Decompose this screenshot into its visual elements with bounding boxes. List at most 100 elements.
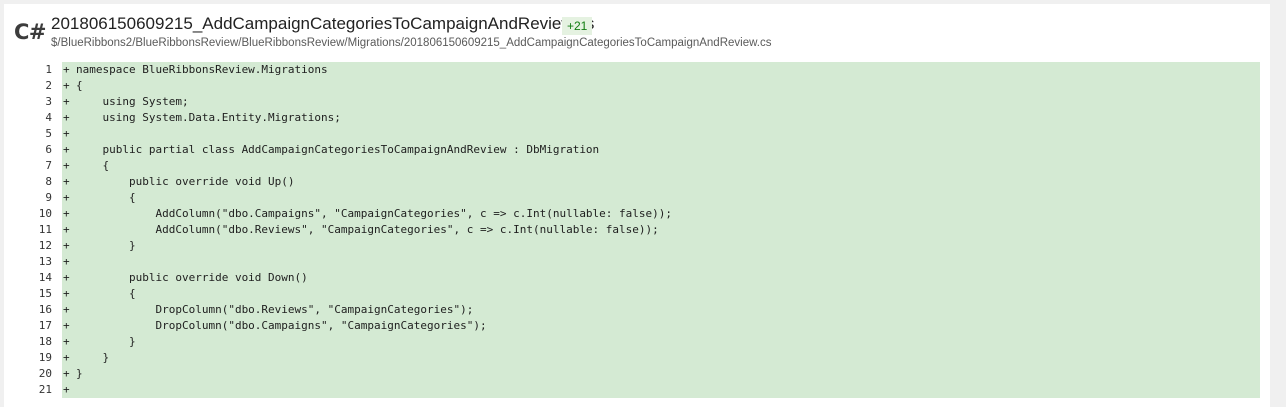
added-line-marker: + — [63, 63, 70, 76]
line-number: 17 — [4, 318, 52, 334]
line-number: 3 — [4, 94, 52, 110]
added-line-marker: + — [63, 287, 70, 300]
code-text: AddColumn("dbo.Reviews", "CampaignCatego… — [76, 223, 659, 236]
code-text: } — [76, 367, 83, 380]
added-line-content: + } — [62, 350, 1260, 366]
code-text: DropColumn("dbo.Campaigns", "CampaignCat… — [76, 319, 487, 332]
added-line-content: + AddColumn("dbo.Campaigns", "CampaignCa… — [62, 206, 1260, 222]
line-number: 9 — [4, 190, 52, 206]
added-line-content: + public override void Up() — [62, 174, 1260, 190]
added-line-content: + namespace BlueRibbonsReview.Migrations — [62, 62, 1260, 78]
added-lines-badge: +21 — [562, 17, 593, 35]
line-number: 14 — [4, 270, 52, 286]
added-line-content: + using System; — [62, 94, 1260, 110]
code-text: namespace BlueRibbonsReview.Migrations — [76, 63, 328, 76]
added-line-marker: + — [63, 335, 70, 348]
csharp-file-icon: C# — [14, 20, 47, 44]
added-line-marker: + — [63, 79, 70, 92]
added-line-marker: + — [63, 191, 70, 204]
line-number: 4 — [4, 110, 52, 126]
added-line-marker: + — [63, 127, 70, 140]
diff-line: 7 + { — [4, 158, 1260, 174]
code-text: AddColumn("dbo.Campaigns", "CampaignCate… — [76, 207, 673, 220]
file-title-link[interactable]: 201806150609215_AddCampaignCategoriesToC… — [51, 14, 594, 34]
added-line-marker: + — [63, 95, 70, 108]
added-line-marker: + — [63, 175, 70, 188]
file-diff-panel: C# 201806150609215_AddCampaignCategories… — [4, 4, 1270, 407]
added-line-marker: + — [63, 223, 70, 236]
code-text: using System; — [76, 95, 189, 108]
added-line-content: + — [62, 254, 1260, 270]
added-line-content: + { — [62, 286, 1260, 302]
diff-line: 16 + DropColumn("dbo.Reviews", "CampaignC… — [4, 302, 1260, 318]
added-line-content: + } — [62, 334, 1260, 350]
diff-line: 8 + public override void Up() — [4, 174, 1260, 190]
added-line-content: + DropColumn("dbo.Campaigns", "CampaignC… — [62, 318, 1260, 334]
code-text: public override void Up() — [76, 175, 295, 188]
added-line-marker: + — [63, 111, 70, 124]
added-line-marker: + — [63, 383, 70, 396]
code-text: { — [76, 79, 83, 92]
diff-line: 12 + } — [4, 238, 1260, 254]
line-number: 1 — [4, 62, 52, 78]
line-number: 6 — [4, 142, 52, 158]
added-line-content: + — [62, 382, 1260, 398]
code-text: { — [76, 191, 136, 204]
line-number: 11 — [4, 222, 52, 238]
diff-line: 18 + } — [4, 334, 1260, 350]
added-line-content: + { — [62, 190, 1260, 206]
line-number: 5 — [4, 126, 52, 142]
added-line-content: + { — [62, 158, 1260, 174]
code-text: { — [76, 287, 136, 300]
file-path: $/BlueRibbons2/BlueRibbonsReview/BlueRib… — [51, 37, 772, 49]
diff-line: 10 + AddColumn("dbo.Campaigns", "Campaign… — [4, 206, 1260, 222]
added-line-content: + — [62, 126, 1260, 142]
diff-line: 11 + AddColumn("dbo.Reviews", "CampaignCa… — [4, 222, 1260, 238]
diff-line: 19 + } — [4, 350, 1260, 366]
code-text: } — [76, 239, 136, 252]
diff-line: 1 + namespace BlueRibbonsReview.Migrations — [4, 62, 1260, 78]
diff-line: 2 +{ — [4, 78, 1260, 94]
added-line-content: + public partial class AddCampaignCatego… — [62, 142, 1260, 158]
code-text: public override void Down() — [76, 271, 308, 284]
diff-line: 9 + { — [4, 190, 1260, 206]
code-text: } — [76, 351, 110, 364]
added-line-marker: + — [63, 271, 70, 284]
code-text: } — [76, 335, 136, 348]
line-number: 10 — [4, 206, 52, 222]
diff-code-area[interactable]: 1 + namespace BlueRibbonsReview.Migrations… — [4, 62, 1260, 398]
code-text: using System.Data.Entity.Migrations; — [76, 111, 341, 124]
line-number: 18 — [4, 334, 52, 350]
added-line-content: + using System.Data.Entity.Migrations; — [62, 110, 1260, 126]
diff-line: 17 + DropColumn("dbo.Campaigns", "Campaig… — [4, 318, 1260, 334]
added-line-marker: + — [63, 239, 70, 252]
added-line-marker: + — [63, 319, 70, 332]
code-text: DropColumn("dbo.Reviews", "CampaignCateg… — [76, 303, 474, 316]
diff-line: 21 + — [4, 382, 1260, 398]
added-line-content: + } — [62, 238, 1260, 254]
line-number: 2 — [4, 78, 52, 94]
added-line-content: + public override void Down() — [62, 270, 1260, 286]
added-line-marker: + — [63, 367, 70, 380]
diff-line: 6 + public partial class AddCampaignCateg… — [4, 142, 1260, 158]
added-line-marker: + — [63, 255, 70, 268]
line-number: 7 — [4, 158, 52, 174]
code-text: public partial class AddCampaignCategori… — [76, 143, 600, 156]
line-number: 16 — [4, 302, 52, 318]
line-number: 13 — [4, 254, 52, 270]
code-text: { — [76, 159, 110, 172]
line-number: 8 — [4, 174, 52, 190]
diff-line: 20 +} — [4, 366, 1260, 382]
added-line-content: + AddColumn("dbo.Reviews", "CampaignCate… — [62, 222, 1260, 238]
added-line-marker: + — [63, 159, 70, 172]
added-line-marker: + — [63, 351, 70, 364]
diff-line: 14 + public override void Down() — [4, 270, 1260, 286]
added-line-content: + DropColumn("dbo.Reviews", "CampaignCat… — [62, 302, 1260, 318]
added-line-content: +} — [62, 366, 1260, 382]
added-line-content: +{ — [62, 78, 1260, 94]
line-number: 19 — [4, 350, 52, 366]
added-line-marker: + — [63, 143, 70, 156]
diff-line: 4 + using System.Data.Entity.Migrations; — [4, 110, 1260, 126]
diff-line: 5 + — [4, 126, 1260, 142]
line-number: 15 — [4, 286, 52, 302]
